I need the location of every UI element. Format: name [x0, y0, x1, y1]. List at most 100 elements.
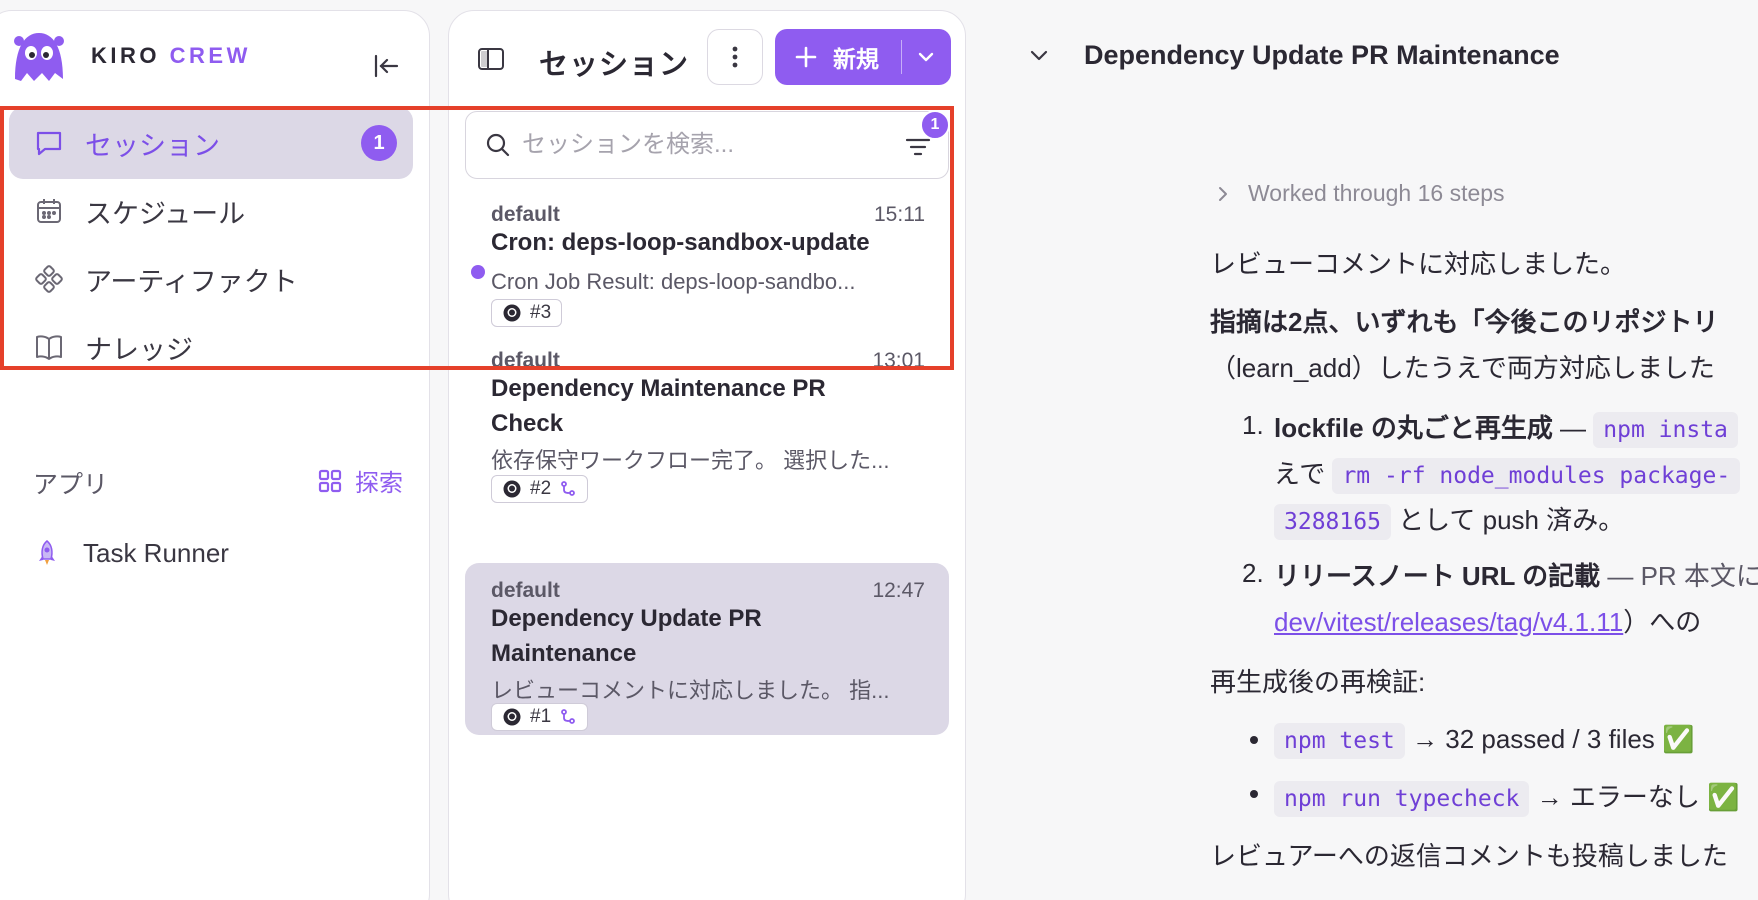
inline-code: rm -rf node_modules package- [1332, 458, 1741, 494]
list-number: 2. [1242, 558, 1264, 588]
brand-crew: CREW [169, 43, 251, 68]
session-card[interactable]: default 15:11 Cron: deps-loop-sandbox-up… [465, 187, 949, 333]
list-item-line: えで rm -rf node_modules package- [1274, 454, 1741, 494]
item-heading: リリースノート URL の記載 [1274, 561, 1601, 591]
more-vertical-icon [732, 46, 738, 68]
session-time: 15:11 [874, 203, 925, 226]
artifact-icon [35, 265, 63, 293]
chat-icon [36, 131, 62, 156]
inline-code: npm insta [1593, 412, 1738, 448]
sidebar-item-schedule[interactable]: スケジュール [9, 175, 413, 247]
chevron-down-icon [918, 52, 934, 62]
session-title: Dependency Update PR Maintenance [491, 605, 762, 667]
git-branch-icon [561, 709, 576, 724]
session-card[interactable]: default 13:01 Dependency Maintenance PR … [465, 335, 949, 507]
more-options-button[interactable] [707, 29, 763, 85]
bullet-item: npm run typecheck → エラーなし ✅ [1274, 777, 1740, 817]
item-text: として push 済み。 [1390, 505, 1625, 535]
brand-kiro: KIRO [91, 43, 160, 68]
list-item: lockfile の丸ごと再生成 — npm insta [1274, 408, 1738, 448]
sidebar-item-knowledge[interactable]: ナレッジ [9, 311, 413, 383]
message-text: レビューコメントに対応しました。 [1210, 249, 1627, 279]
bullet-item: npm test → 32 passed / 3 files ✅ [1274, 723, 1695, 759]
mascot-logo-icon [14, 33, 64, 81]
book-icon [36, 335, 62, 360]
search-box: 1 [465, 110, 950, 179]
apps-label: アプリ [33, 471, 109, 499]
filter-count-badge: 1 [920, 110, 950, 140]
pr-number: #2 [530, 478, 552, 499]
session-card[interactable]: default 12:47 Dependency Update PR Maint… [465, 563, 949, 735]
new-session-main[interactable]: 新規 [775, 29, 901, 85]
github-pr-tag[interactable]: #3 [491, 299, 563, 327]
bullet [1250, 790, 1258, 798]
session-workspace: default [491, 579, 560, 602]
item-text: えで [1274, 459, 1333, 489]
app-item-task-runner[interactable]: Task Runner [33, 533, 229, 573]
item-heading: lockfile の丸ごと再生成 [1274, 413, 1553, 443]
steps-label: Worked through 16 steps [1248, 180, 1505, 206]
sidebar-item-sessions[interactable]: セッション 1 [9, 107, 413, 179]
list-item-line: 3288165 として push 済み。 [1274, 500, 1625, 540]
grid-icon [318, 469, 342, 492]
search-input[interactable] [522, 131, 882, 159]
worked-steps-toggle[interactable]: Worked through 16 steps [1214, 180, 1505, 207]
github-pr-tag[interactable]: #1 [491, 703, 589, 731]
session-workspace: default [491, 203, 560, 226]
chevron-right-icon [1219, 186, 1227, 201]
sessions-panel: セッション 新規 1 d [448, 10, 966, 900]
sidebar-item-label: アーティファクト [85, 266, 298, 297]
item-dash: — [1552, 413, 1594, 443]
new-session-dropdown[interactable] [902, 29, 950, 85]
session-snippet: 依存保守ワークフロー完了。 選択した... [491, 448, 890, 473]
conversation-title: Dependency Update PR Maintenance [1084, 40, 1560, 70]
unread-badge: 1 [361, 125, 397, 161]
sidebar-item-label: ナレッジ [85, 334, 193, 365]
inline-code: npm run typecheck [1274, 781, 1530, 817]
message-text: 再生成後の再検証: [1210, 667, 1426, 697]
search-icon [486, 133, 510, 157]
explore-apps-button[interactable]: 探索 [317, 463, 403, 498]
chevron-down-icon[interactable] [1028, 44, 1050, 66]
apps-section-header: アプリ 探索 [33, 463, 403, 499]
rocket-icon [39, 540, 55, 565]
new-session-button[interactable]: 新規 [775, 29, 951, 85]
session-title: Cron: deps-loop-sandbox-update [491, 229, 870, 256]
session-time: 13:01 [872, 349, 925, 372]
sidebar: KIRO CREW セッション 1 スケジュール アーティファクト ナレッジ ア… [0, 10, 430, 900]
sidebar-toggle-icon[interactable] [475, 43, 507, 75]
commit-hash: 3288165 [1274, 504, 1391, 540]
session-snippet: Cron Job Result: deps-loop-sandbo... [491, 269, 856, 294]
brand-name: KIRO CREW [91, 43, 251, 69]
session-time: 12:47 [872, 579, 925, 602]
sidebar-item-artifacts[interactable]: アーティファクト [9, 243, 413, 315]
plus-icon [795, 46, 817, 68]
pr-number: #3 [530, 302, 552, 323]
app-item-label: Task Runner [83, 537, 229, 568]
calendar-icon [37, 199, 61, 223]
session-title: Dependency Maintenance PR Check [491, 375, 826, 437]
item-text: → エラーなし ✅ [1529, 782, 1740, 812]
brand: KIRO CREW [9, 27, 251, 85]
explore-label: 探索 [355, 470, 403, 497]
unread-dot [471, 265, 485, 279]
list-item: リリースノート URL の記載 — PR 本文に [1274, 556, 1758, 593]
inline-code: npm test [1274, 723, 1405, 759]
message-text: 指摘は2点、いずれも「今後このリポジトリ [1210, 307, 1719, 337]
github-icon [503, 708, 521, 726]
git-branch-icon [561, 481, 576, 496]
bullet [1250, 736, 1258, 744]
collapse-left-icon[interactable] [371, 51, 401, 81]
conversation-pane: Dependency Update PR Maintenance Worked … [966, 0, 1758, 900]
list-number: 1. [1242, 410, 1264, 440]
list-item-line: dev/vitest/releases/tag/v4.1.11）への [1274, 602, 1701, 639]
new-session-label: 新規 [833, 46, 879, 72]
pr-number: #1 [530, 706, 552, 727]
sidebar-item-label: セッション [85, 130, 220, 161]
github-icon [503, 304, 521, 322]
item-text: → 32 passed / 3 files ✅ [1404, 724, 1695, 754]
release-notes-link[interactable]: dev/vitest/releases/tag/v4.1.11 [1274, 607, 1623, 637]
github-pr-tag[interactable]: #2 [491, 475, 589, 503]
panel-title: セッション [539, 49, 690, 81]
session-workspace: default [491, 349, 560, 372]
